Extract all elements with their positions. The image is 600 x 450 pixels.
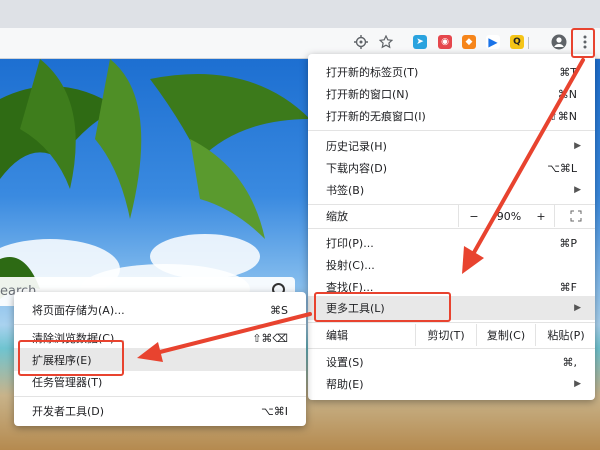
zoom-label: 缩放 (326, 210, 348, 223)
profile-icon[interactable] (550, 33, 568, 51)
menu-divider (308, 228, 595, 229)
copy-button[interactable]: 复制(C) (476, 324, 535, 346)
annotation-box-extensions (18, 340, 124, 376)
menu-item-downloads[interactable]: 下载内容(D) ⌥⌘L (308, 157, 595, 179)
edit-label: 编辑 (326, 329, 348, 342)
star-icon[interactable] (377, 33, 395, 51)
q-icon[interactable]: Q (510, 35, 524, 49)
submenu-arrow-icon: ▶ (574, 185, 581, 195)
annotation-box-more-button (571, 28, 595, 58)
annotation-box-more-tools (314, 292, 451, 322)
menu-divider (14, 324, 306, 325)
paste-button[interactable]: 粘贴(P) (535, 324, 596, 346)
submenu-arrow-icon: ▶ (574, 303, 581, 313)
telegram-icon[interactable]: ➤ (413, 35, 427, 49)
submenu-item-save-page[interactable]: 将页面存储为(A)... ⌘S (14, 299, 306, 321)
crosshair-icon[interactable] (352, 33, 370, 51)
submenu-arrow-icon: ▶ (574, 379, 581, 389)
menu-item-print[interactable]: 打印(P)... ⌘P (308, 232, 595, 254)
fullscreen-icon[interactable] (554, 205, 596, 227)
toolbar-separator (528, 37, 529, 49)
submenu-item-dev-tools[interactable]: 开发者工具(D) ⌥⌘I (14, 400, 306, 422)
menu-divider (308, 348, 595, 349)
submenu-arrow-icon: ▶ (574, 141, 581, 151)
zoom-out-button[interactable]: − (458, 205, 489, 227)
menu-divider (308, 322, 595, 323)
play-icon[interactable]: ▶ (486, 35, 500, 49)
pocket-icon[interactable]: ◉ (438, 35, 452, 49)
menu-item-cast[interactable]: 投射(C)... (308, 254, 595, 276)
zoom-in-button[interactable]: + (529, 205, 553, 227)
zoom-value: 90% (496, 209, 522, 223)
menu-item-incognito[interactable]: 打开新的无痕窗口(I) ⇧⌘N (308, 105, 595, 127)
tab-strip (0, 0, 600, 28)
menu-divider (14, 396, 306, 397)
menu-item-settings[interactable]: 设置(S) ⌘, (308, 351, 595, 373)
menu-zoom-row: 缩放 − 90% + (308, 205, 595, 227)
menu-item-new-tab[interactable]: 打开新的标签页(T) ⌘T (308, 61, 595, 83)
chrome-main-menu: 打开新的标签页(T) ⌘T 打开新的窗口(N) ⌘N 打开新的无痕窗口(I) ⇧… (308, 54, 595, 400)
menu-item-history[interactable]: 历史记录(H) ▶ (308, 135, 595, 157)
menu-item-help[interactable]: 帮助(E) ▶ (308, 373, 595, 395)
menu-edit-row: 编辑 剪切(T) 复制(C) 粘贴(P) (308, 324, 595, 346)
menu-item-bookmarks[interactable]: 书签(B) ▶ (308, 179, 595, 201)
metamask-icon[interactable]: ◆ (462, 35, 476, 49)
cut-button[interactable]: 剪切(T) (415, 324, 476, 346)
menu-divider (308, 130, 595, 131)
menu-item-new-window[interactable]: 打开新的窗口(N) ⌘N (308, 83, 595, 105)
